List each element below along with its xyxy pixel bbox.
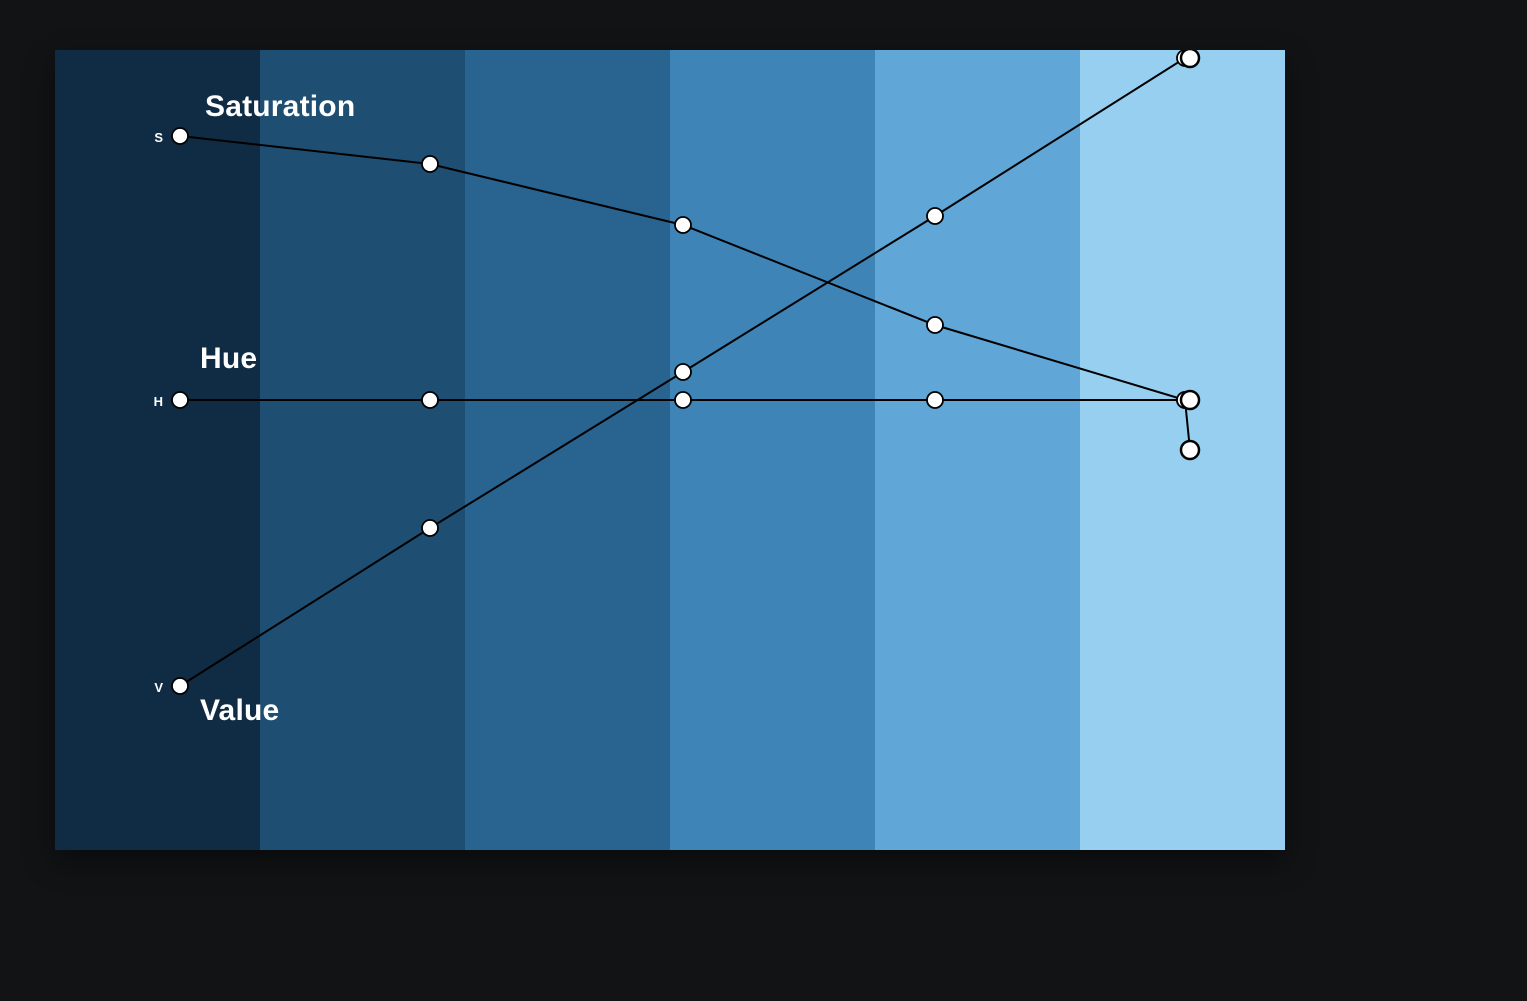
point-hue-2[interactable] — [675, 392, 691, 408]
point-value-0[interactable] — [172, 678, 188, 694]
point-saturation-5[interactable] — [1181, 441, 1199, 459]
point-saturation-2[interactable] — [675, 217, 691, 233]
point-value-5[interactable] — [1181, 50, 1199, 67]
point-hue-0[interactable] — [172, 392, 188, 408]
label-value: Value — [200, 694, 279, 728]
point-hue-3[interactable] — [927, 392, 943, 408]
label-hue: Hue — [200, 342, 257, 376]
chart-stage: Saturation Hue Value S H V — [55, 50, 1285, 850]
point-saturation-3[interactable] — [927, 317, 943, 333]
axis-letter-v: V — [143, 680, 163, 695]
chart-overlay — [55, 50, 1285, 850]
point-value-3[interactable] — [927, 208, 943, 224]
point-hue-5[interactable] — [1181, 391, 1199, 409]
point-saturation-0[interactable] — [172, 128, 188, 144]
point-hue-1[interactable] — [422, 392, 438, 408]
axis-letter-s: S — [143, 130, 163, 145]
point-saturation-1[interactable] — [422, 156, 438, 172]
axis-letter-h: H — [143, 394, 163, 409]
label-saturation: Saturation — [205, 90, 355, 124]
point-value-2[interactable] — [675, 364, 691, 380]
point-value-1[interactable] — [422, 520, 438, 536]
